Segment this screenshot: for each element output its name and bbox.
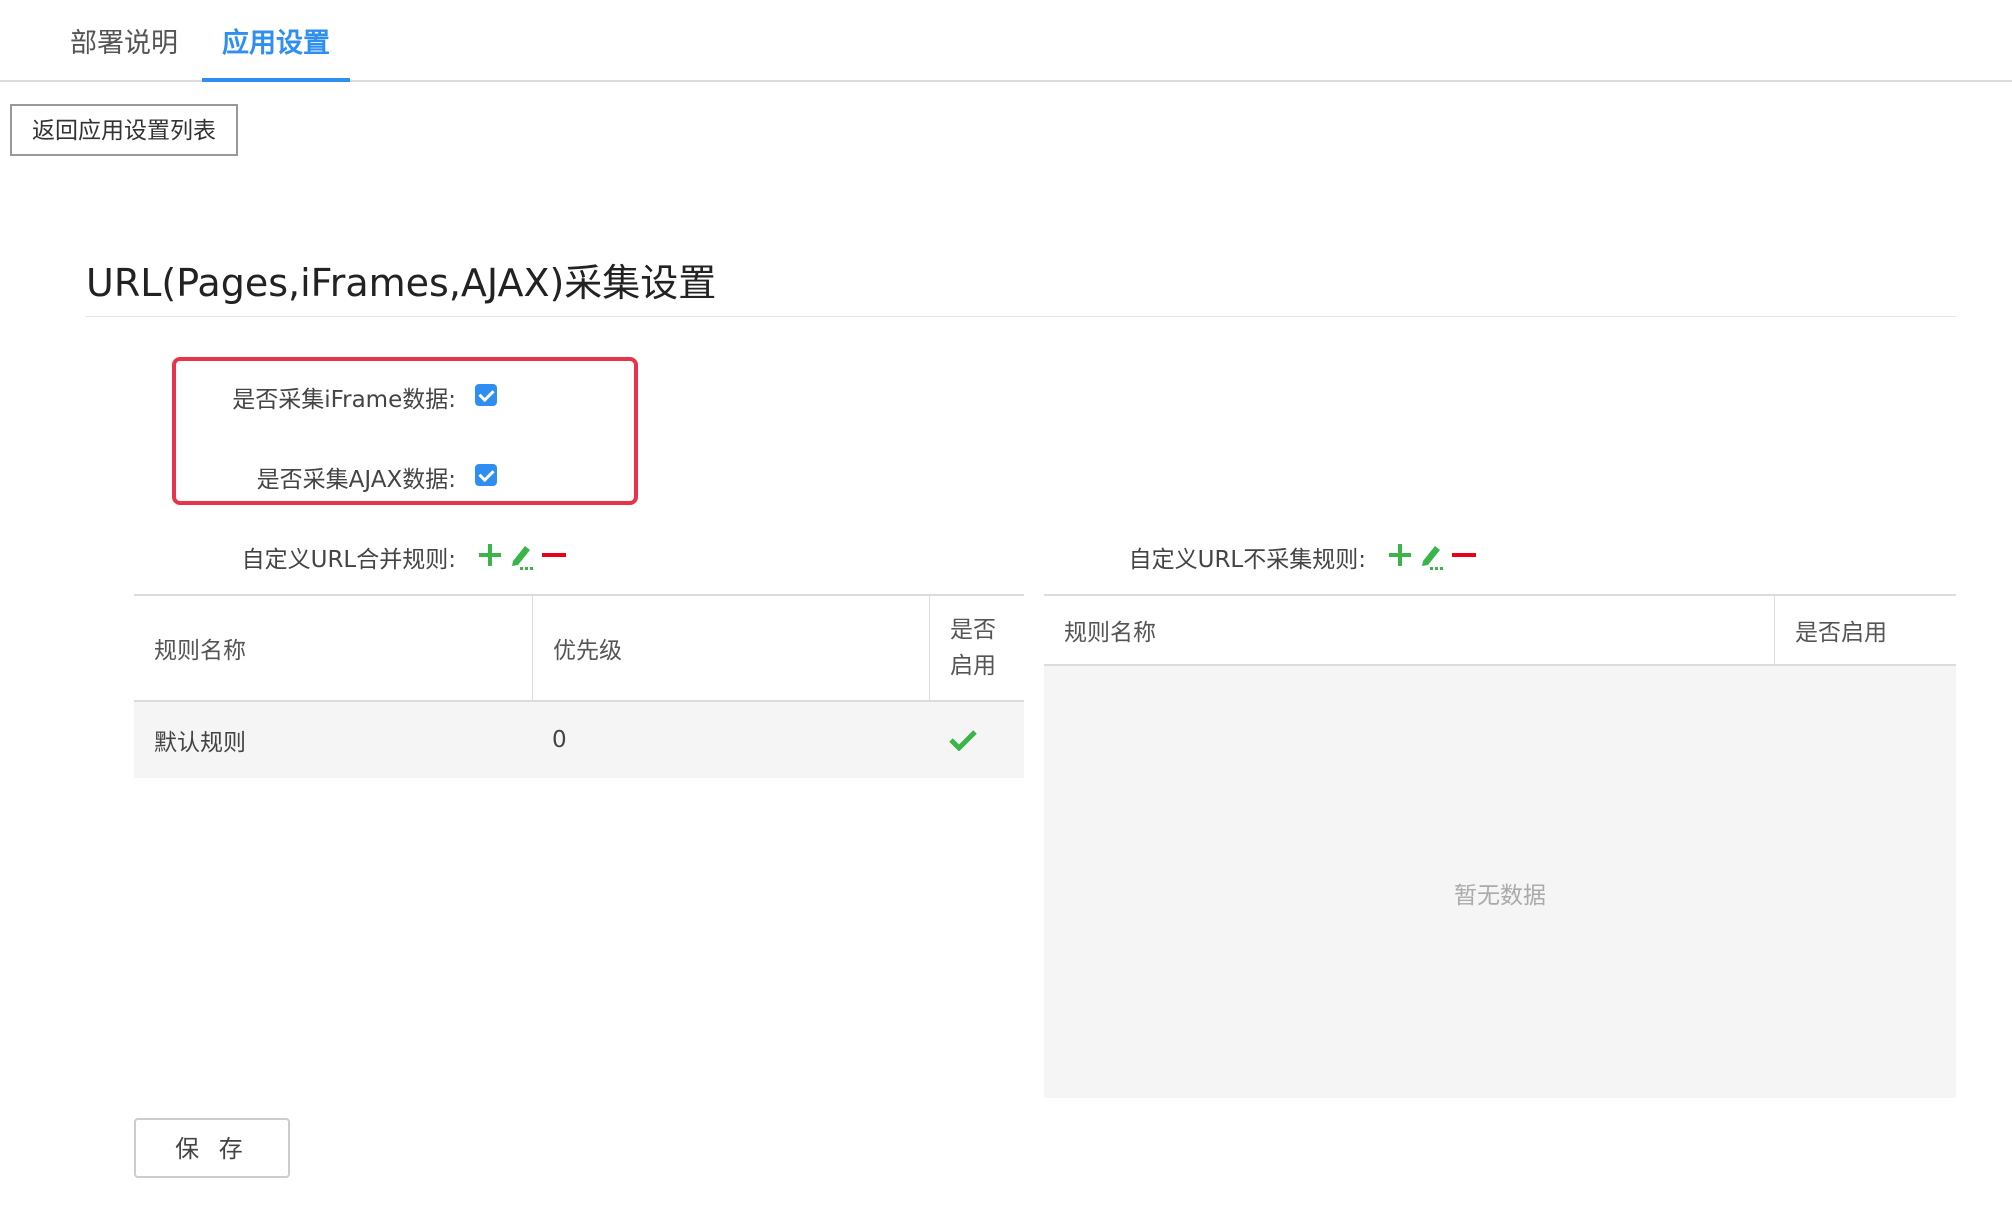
iframe-collect-label: 是否采集iFrame数据: bbox=[232, 387, 456, 413]
merge-rules-table: 规则名称 优先级 是否 启用 默认规则 0 bbox=[134, 594, 1024, 778]
add-exclude-rule-plus-icon[interactable] bbox=[1386, 540, 1414, 570]
exclude-rules-label: 自定义URL不采集规则: bbox=[1128, 547, 1366, 573]
check-icon bbox=[949, 730, 977, 751]
ajax-collect-label: 是否采集AJAX数据: bbox=[256, 467, 456, 493]
edit-merge-rule-pencil-icon[interactable] bbox=[508, 540, 536, 570]
add-merge-rule-plus-icon[interactable] bbox=[476, 540, 504, 570]
edit-exclude-rule-pencil-icon[interactable] bbox=[1418, 540, 1446, 570]
empty-state-text: 暂无数据 bbox=[1454, 883, 1546, 909]
table-header-row: 规则名称 优先级 是否 启用 bbox=[134, 594, 1024, 702]
merge-rules-label: 自定义URL合并规则: bbox=[241, 547, 456, 573]
back-to-settings-list-button[interactable]: 返回应用设置列表 bbox=[10, 104, 238, 156]
section-title: URL(Pages,iFrames,AJAX)采集设置 bbox=[86, 261, 717, 305]
section-divider bbox=[86, 316, 1956, 317]
exclude-rules-table: 规则名称 是否启用 暂无数据 bbox=[1044, 594, 1956, 1098]
remove-exclude-rule-minus-icon[interactable] bbox=[1450, 540, 1478, 570]
table-row[interactable]: 默认规则 0 bbox=[134, 702, 1024, 778]
column-header-enabled: 是否启用 bbox=[1774, 596, 1956, 664]
column-header-enabled: 是否 启用 bbox=[929, 596, 1024, 700]
tab-deploy-instructions[interactable]: 部署说明 bbox=[70, 24, 178, 82]
column-header-rule-name: 规则名称 bbox=[154, 638, 246, 664]
save-button[interactable]: 保 存 bbox=[134, 1118, 290, 1178]
merge-rules-actions bbox=[476, 540, 572, 570]
column-header-rule-name: 规则名称 bbox=[1064, 620, 1156, 646]
priority-cell: 0 bbox=[552, 727, 567, 753]
enabled-cell bbox=[929, 702, 1024, 778]
tab-app-settings[interactable]: 应用设置 bbox=[202, 24, 350, 82]
ajax-collect-checkbox[interactable] bbox=[475, 464, 497, 486]
iframe-collect-checkbox[interactable] bbox=[475, 384, 497, 406]
remove-merge-rule-minus-icon[interactable] bbox=[540, 540, 568, 570]
column-header-priority: 优先级 bbox=[532, 596, 929, 700]
exclude-rules-actions bbox=[1386, 540, 1482, 570]
rule-name-cell: 默认规则 bbox=[154, 730, 246, 756]
tab-bar: 部署说明 应用设置 bbox=[0, 0, 2012, 82]
empty-state: 暂无数据 bbox=[1044, 666, 1956, 1098]
table-header-row: 规则名称 是否启用 bbox=[1044, 594, 1956, 666]
